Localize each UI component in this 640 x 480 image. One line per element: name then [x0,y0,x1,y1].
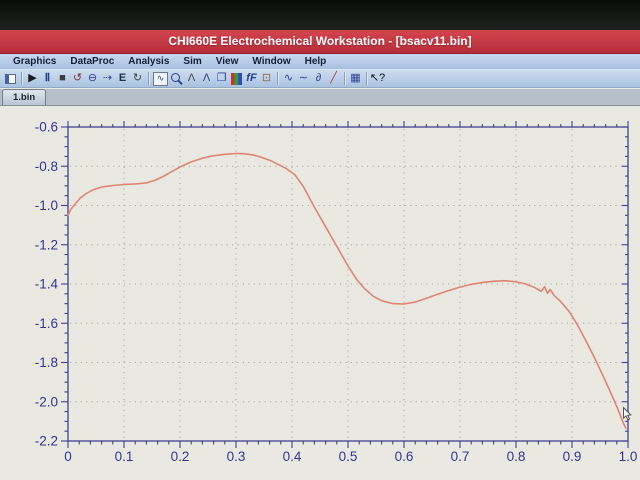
pause-icon[interactable]: Ⅱ [40,71,55,86]
menu-item-analysis[interactable]: Analysis [121,54,176,69]
slope-baseline-icon[interactable]: ╱ [326,71,341,86]
monitor-bezel [0,0,640,30]
ramp-icon[interactable]: ⇢ [100,71,115,86]
peak-definition-icon[interactable]: Λ [184,71,199,86]
file-window-icon[interactable] [3,71,18,86]
y-tick-label: -2.0 [35,394,58,409]
magnifier-glyph [170,72,183,85]
x-tick-label: 0.1 [115,449,134,464]
monitor-screen: CHI660E Electrochemical Workstation - [b… [0,0,640,480]
menu-item-dataproc[interactable]: DataProc [63,54,121,69]
window-titlebar[interactable]: CHI660E Electrochemical Workstation - [b… [0,30,640,54]
y-tick-label: -2.2 [35,434,58,449]
x-tick-label: 1.0 [619,449,638,464]
zoom-icon[interactable] [169,71,184,86]
y-tick-label: -0.6 [35,120,58,135]
plot-area: 0 0.1 0.2 0.3 0.4 0.5 0.6 0.7 0.8 0.9 1.0 -0.6 -0.8 -… [0,106,640,480]
tab-label: 1.bin [13,92,36,103]
menu-item-window[interactable]: Window [245,54,297,69]
reverse-scan-icon[interactable]: ↺ [70,71,85,86]
document-tab-bar: 1.bin [0,89,640,106]
menu-item-graphics[interactable]: Graphics [6,54,63,69]
menu-bar: Graphics DataProc Analysis Sim View Window Hel… [0,54,640,69]
x-tick-label: 0 [64,449,72,464]
toolbar-separator [148,72,149,85]
overlay-plots-icon[interactable]: ❐ [214,71,229,86]
toolbar-separator [277,72,278,85]
x-tick-label: 0.5 [339,449,358,464]
y-tick-label: -1.6 [35,316,58,331]
y-tick-label: -1.2 [35,237,58,252]
toolbar-separator [366,72,367,85]
chart-canvas[interactable]: 0 0.1 0.2 0.3 0.4 0.5 0.6 0.7 0.8 0.9 1.0 -0.6 -0.8 -… [0,106,640,480]
toolbar-separator [344,72,345,85]
rgb-glyph [231,72,242,85]
y-tick-label: -1.8 [35,355,58,370]
y-tick-label: -1.0 [35,198,58,213]
context-help-icon[interactable]: ↖? [370,71,385,86]
x-tick-label: 0.8 [507,449,526,464]
rgb-bars-icon[interactable] [229,71,244,86]
x-tick-label: 0.9 [563,449,582,464]
tab-1bin[interactable]: 1.bin [2,89,47,105]
toolbar: ▶ Ⅱ ■ ↺ ⊖ ⇢ E ↻ ∿ Λ Λ ❐ fF ⊡ ∿ ∼ ∂ ╱ ▦ ↖? [0,69,640,88]
x-tick-label: 0.6 [395,449,414,464]
x-tick-label: 0.2 [171,449,190,464]
data-grid-icon[interactable]: ▦ [348,71,363,86]
ff-scale-icon[interactable]: fF [244,71,259,86]
x-tick-label: 0.7 [451,449,470,464]
curve-cv-trace [67,152,627,430]
window-glyph [5,73,16,84]
derivative-icon[interactable]: ∂ [311,71,326,86]
y-tick-label: -0.8 [35,159,58,174]
copy-clipboard-icon[interactable]: ⊡ [259,71,274,86]
x-tick-label: 0.3 [227,449,246,464]
open-circuit-e-icon[interactable]: E [115,71,130,86]
y-tick-label: -1.4 [35,277,59,292]
run-icon[interactable]: ▶ [25,71,40,86]
rotation-icon[interactable]: ↻ [130,71,145,86]
window-title: CHI660E Electrochemical Workstation - [b… [168,34,472,48]
menu-item-view[interactable]: View [209,54,246,69]
toolbar-separator [21,72,22,85]
smooth-icon[interactable]: ∿ [281,71,296,86]
menu-item-help[interactable]: Help [298,54,334,69]
menu-item-sim[interactable]: Sim [176,54,208,69]
graph-window-icon[interactable]: ∿ [153,71,168,86]
mouse-cursor-icon [623,406,632,421]
x-tick-label: 0.4 [283,449,302,464]
stop-icon[interactable]: ■ [55,71,70,86]
peak-report-icon[interactable]: Λ [199,71,214,86]
semi-derivative-icon[interactable]: ∼ [296,71,311,86]
zero-current-icon[interactable]: ⊖ [85,71,100,86]
